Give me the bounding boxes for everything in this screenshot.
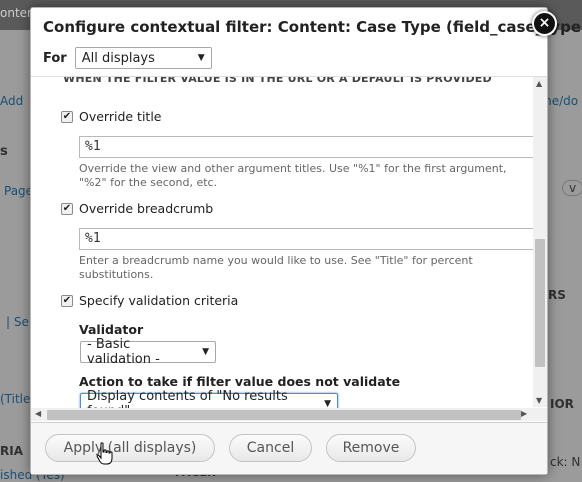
override-breadcrumb-description: Enter a breadcrumb name you would like t…: [79, 254, 473, 281]
override-breadcrumb-label: Override breadcrumb: [79, 201, 214, 216]
close-icon[interactable]: ×: [532, 11, 557, 36]
bg-fragment-ria: RIA: [0, 444, 23, 458]
bg-fragment-ior: IOR: [550, 397, 574, 411]
validation-criteria-row[interactable]: ✔ Specify validation criteria: [61, 293, 238, 308]
bg-fragment-v: v: [562, 180, 582, 196]
bg-add-link: Add: [0, 94, 24, 108]
override-title-row[interactable]: ✔ Override title: [61, 109, 162, 124]
dialog-form: WHEN THE FILTER VALUE IS IN THE URL OR A…: [31, 76, 539, 419]
horizontal-scroll-thumb[interactable]: [47, 410, 521, 420]
bg-fragment-page: Page: [4, 184, 34, 198]
dialog-scroll-area[interactable]: WHEN THE FILTER VALUE IS IN THE URL OR A…: [31, 76, 547, 421]
override-title-input[interactable]: %1: [79, 136, 539, 158]
apply-button[interactable]: Apply (all displays): [45, 434, 215, 462]
for-label: For: [43, 50, 67, 66]
bg-fragment-ck: ck: N: [550, 455, 581, 469]
scroll-up-icon[interactable]: ▲: [536, 79, 542, 88]
bg-fragment-s: s: [0, 144, 8, 159]
dialog-title: Configure contextual filter: Content: Ca…: [43, 18, 582, 36]
scroll-left-icon[interactable]: ◀: [35, 409, 41, 418]
override-breadcrumb-checkbox[interactable]: ✔: [61, 202, 73, 215]
bg-fragment-rs: RS: [548, 288, 566, 302]
cancel-button[interactable]: Cancel: [229, 434, 312, 462]
scroll-down-icon[interactable]: ▼: [536, 396, 542, 405]
for-displays-select[interactable]: All displays ▼: [74, 47, 212, 69]
validator-value: - Basic validation -: [87, 337, 160, 367]
for-row: For All displays ▼: [43, 46, 212, 70]
contextual-filter-dialog: Configure contextual filter: Content: Ca…: [30, 7, 582, 475]
chevron-down-icon: ▼: [202, 347, 209, 357]
action-label: Action to take if filter value does not …: [79, 374, 401, 389]
override-title-label: Override title: [79, 109, 162, 124]
hand-cursor-icon: [96, 442, 113, 465]
validation-criteria-checkbox[interactable]: ✔: [61, 294, 73, 307]
vertical-scroll-thumb[interactable]: [535, 239, 545, 367]
for-displays-value: All displays: [81, 50, 155, 66]
bg-fragment-pipe: | Se: [6, 315, 29, 329]
chevron-down-icon: ▼: [197, 53, 205, 63]
override-breadcrumb-input[interactable]: %1: [79, 228, 539, 250]
remove-button[interactable]: Remove: [326, 434, 416, 462]
horizontal-scrollbar[interactable]: ◀ ▶: [31, 408, 547, 421]
bg-fragment-title: (Title: [0, 392, 31, 406]
validator-select[interactable]: - Basic validation - ▼: [80, 337, 216, 367]
validation-criteria-label: Specify validation criteria: [79, 293, 239, 308]
override-title-description: Override the view and other argument tit…: [79, 162, 507, 189]
section-heading: WHEN THE FILTER VALUE IS IN THE URL OR A…: [63, 76, 492, 85]
vertical-scrollbar[interactable]: ▲ ▼: [533, 77, 547, 407]
scroll-right-icon[interactable]: ▶: [521, 409, 527, 418]
validator-label: Validator: [79, 322, 144, 337]
override-title-checkbox[interactable]: ✔: [61, 110, 73, 123]
override-breadcrumb-row[interactable]: ✔ Override breadcrumb: [61, 201, 213, 216]
